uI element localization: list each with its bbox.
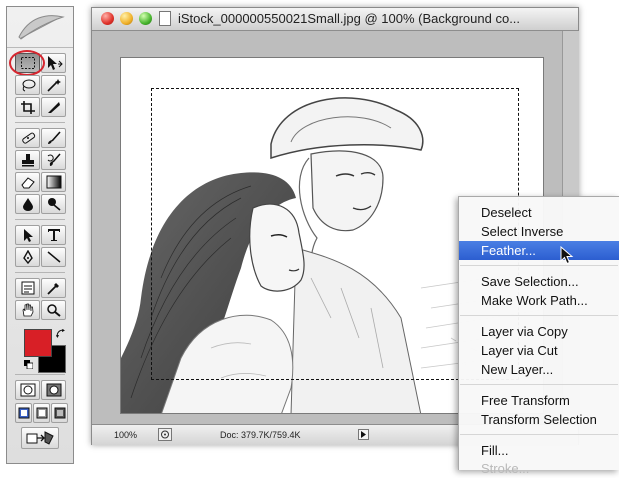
swap-colors-icon[interactable] [56, 329, 66, 339]
menu-separator [460, 265, 618, 266]
brush-tool-button[interactable] [41, 128, 66, 148]
mouse-pointer-icon [560, 246, 574, 265]
crop-tool-button[interactable] [15, 97, 40, 117]
eraser-tool-button[interactable] [15, 172, 40, 192]
document-title: iStock_000000550021Small.jpg @ 100% (Bac… [178, 11, 521, 26]
path-selection-arrow-icon [23, 229, 33, 242]
magnifier-icon [46, 304, 61, 317]
zoom-tool-button[interactable] [41, 300, 66, 320]
toolbox-separator [15, 122, 65, 123]
dodge-tool-button[interactable] [41, 194, 66, 214]
gradient-tool-button[interactable] [41, 172, 66, 192]
document-proxy-icon[interactable] [159, 11, 171, 26]
pen-tool-button[interactable] [15, 247, 40, 267]
toolbox-separator [15, 219, 65, 220]
hand-tool-button[interactable] [15, 300, 40, 320]
lasso-tool-button[interactable] [15, 75, 40, 95]
context-menu: Deselect Select Inverse Feather... Save … [458, 196, 619, 476]
water-drop-icon [22, 198, 33, 211]
document-titlebar[interactable]: iStock_000000550021Small.jpg @ 100% (Bac… [92, 8, 578, 31]
path-selection-tool-button[interactable] [15, 225, 40, 245]
standard-mode-button[interactable] [15, 380, 40, 400]
screen-mode-full-button[interactable] [51, 403, 68, 423]
play-arrow-icon [361, 431, 366, 438]
standard-mode-icon [20, 383, 35, 397]
menu-item-select-inverse[interactable]: Select Inverse [459, 222, 619, 241]
notes-tool-button[interactable] [15, 278, 40, 298]
screen-mode-full-icon [54, 407, 65, 419]
clone-stamp-tool-button[interactable] [15, 150, 40, 170]
dodge-icon [47, 198, 61, 211]
zoom-window-button[interactable] [139, 12, 152, 25]
menu-item-stroke[interactable]: Stroke... [459, 459, 619, 478]
menu-item-deselect[interactable]: Deselect [459, 203, 619, 222]
healing-brush-tool-button[interactable] [15, 128, 40, 148]
crop-icon [20, 101, 35, 114]
type-tool-button[interactable] [41, 225, 66, 245]
menu-separator [460, 315, 618, 316]
default-colors-icon[interactable] [24, 360, 33, 369]
screen-mode-standard-button[interactable] [15, 403, 32, 423]
slice-tool-button[interactable] [41, 97, 66, 117]
eyedropper-icon [46, 283, 59, 295]
type-t-icon [47, 229, 60, 241]
stamp-icon [21, 154, 34, 167]
toolbox-header [7, 7, 73, 48]
eyedropper-tool-button[interactable] [41, 278, 66, 298]
menu-separator [460, 384, 618, 385]
screen-mode-full-menu-icon [36, 407, 47, 419]
jump-to-imageready-button[interactable] [21, 427, 59, 449]
move-arrow-icon [47, 56, 63, 70]
menu-item-free-transform[interactable]: Free Transform [459, 391, 619, 410]
history-brush-icon [47, 153, 61, 166]
zoom-options-button[interactable] [158, 428, 172, 441]
menu-item-save-selection[interactable]: Save Selection... [459, 272, 619, 291]
close-window-button[interactable] [101, 12, 114, 25]
menu-item-new-layer[interactable]: New Layer... [459, 360, 619, 379]
zoom-options-icon [161, 430, 169, 439]
magic-wand-icon [46, 79, 61, 92]
eraser-icon [20, 177, 35, 189]
gradient-icon [46, 175, 61, 189]
brush-icon [47, 131, 61, 144]
slice-knife-icon [47, 102, 60, 113]
history-brush-tool-button[interactable] [41, 150, 66, 170]
menu-item-fill[interactable]: Fill... [459, 441, 619, 460]
status-menu-button[interactable] [358, 429, 369, 440]
pen-nib-icon [22, 250, 33, 264]
foreground-color-swatch[interactable] [24, 329, 52, 357]
zoom-level-field[interactable]: 100% [114, 430, 137, 440]
document-size-info: Doc: 379.7K/759.4K [220, 430, 301, 440]
tool-highlight-circle [9, 50, 45, 76]
menu-item-layer-via-copy[interactable]: Layer via Copy [459, 322, 619, 341]
screen-mode-full-menu-button[interactable] [33, 403, 50, 423]
toolbox-panel [6, 6, 74, 464]
feather-logo-icon [18, 15, 65, 40]
menu-separator [460, 434, 618, 435]
lasso-icon [22, 79, 35, 92]
bandage-icon [21, 132, 35, 144]
blur-tool-button[interactable] [15, 194, 40, 214]
quick-mask-icon [46, 383, 61, 397]
screen-mode-standard-icon [18, 407, 29, 419]
hand-icon [22, 303, 33, 317]
quick-mask-mode-button[interactable] [41, 380, 66, 400]
menu-item-make-work-path[interactable]: Make Work Path... [459, 291, 619, 310]
magic-wand-tool-button[interactable] [41, 75, 66, 95]
minimize-window-button[interactable] [120, 12, 133, 25]
notes-icon [21, 281, 34, 295]
line-icon [47, 251, 60, 263]
jump-to-imageready-icon [26, 431, 54, 445]
toolbox-separator [15, 374, 65, 375]
line-tool-button[interactable] [41, 247, 66, 267]
menu-item-layer-via-cut[interactable]: Layer via Cut [459, 341, 619, 360]
menu-item-feather[interactable]: Feather... [459, 241, 619, 260]
menu-item-transform-selection[interactable]: Transform Selection [459, 410, 619, 429]
toolbox-separator [15, 272, 65, 273]
